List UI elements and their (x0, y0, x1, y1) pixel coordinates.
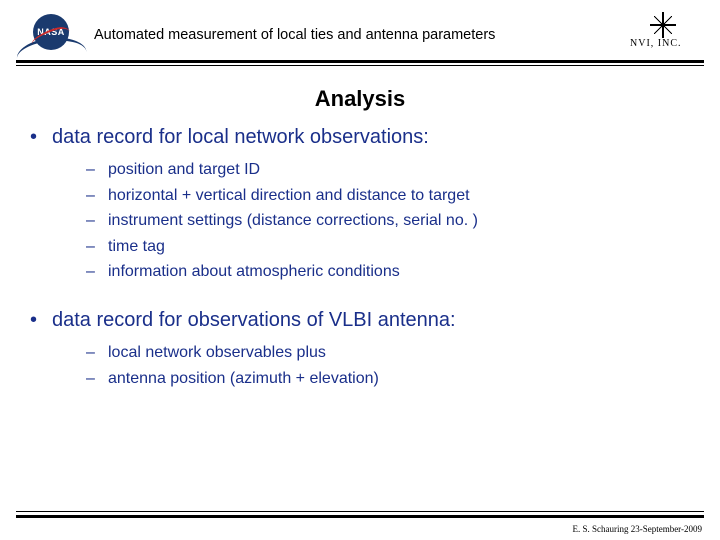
bullet-item: data record for observations of VLBI ant… (26, 307, 694, 391)
sub-bullet-item: local network observables plus (80, 340, 694, 366)
footer-rule-thick (16, 515, 704, 518)
header-rule-thin (16, 65, 704, 66)
content: data record for local network observatio… (0, 124, 720, 391)
header: NASA Automated measurement of local ties… (0, 0, 720, 60)
nasa-logo-icon: NASA (16, 12, 86, 54)
nvi-logo-icon: NVI, INC. (624, 10, 704, 56)
bullet-list: data record for local network observatio… (26, 124, 694, 391)
sub-bullet-item: information about atmospheric conditions (80, 259, 694, 285)
sub-bullet-item: instrument settings (distance correction… (80, 208, 694, 234)
sub-bullet-item: antenna position (azimuth + elevation) (80, 366, 694, 392)
header-rule-thick (16, 60, 704, 63)
sub-bullet-list: local network observables plus antenna p… (52, 340, 694, 391)
sub-bullet-item: time tag (80, 234, 694, 260)
slide: NASA Automated measurement of local ties… (0, 0, 720, 540)
bullet-item: data record for local network observatio… (26, 124, 694, 285)
nvi-logo-text: NVI, INC. (630, 38, 682, 49)
sub-bullet-item: position and target ID (80, 157, 694, 183)
section-title: Analysis (0, 86, 720, 112)
footer-rule-thin (16, 511, 704, 512)
bullet-text: data record for observations of VLBI ant… (52, 309, 456, 331)
footer-text: E. S. Schauring 23-September-2009 (572, 524, 702, 534)
sub-bullet-item: horizontal + vertical direction and dist… (80, 183, 694, 209)
sub-bullet-list: position and target ID horizontal + vert… (52, 157, 694, 285)
header-title: Automated measurement of local ties and … (86, 23, 624, 43)
bullet-text: data record for local network observatio… (52, 126, 429, 148)
